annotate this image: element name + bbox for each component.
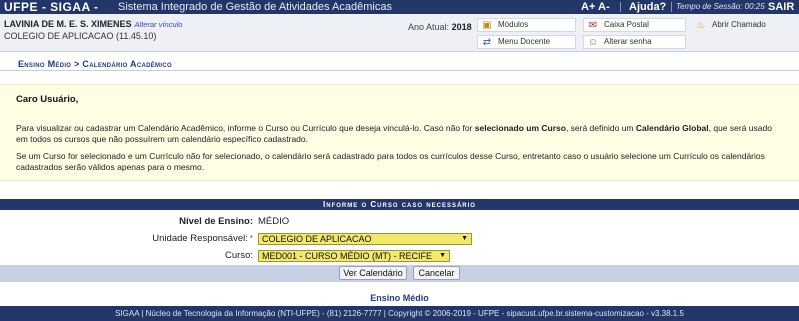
unit-select[interactable]: COLEGIO DE APLICACAO ▼ [258,233,472,245]
teacher-menu-button[interactable]: ⇄ Menu Docente [477,35,576,49]
help-link[interactable]: Ajuda? [629,0,666,14]
mailbox-icon: ✉ [588,20,598,31]
chevron-down-icon: ▼ [439,252,446,259]
mailbox-button[interactable]: ✉ Caixa Postal [583,18,686,32]
info-message-box: Caro Usuário, Para visualizar ou cadastr… [0,84,799,181]
divider [620,2,621,12]
open-ticket-button[interactable]: ♨ Abrir Chamado [691,18,791,32]
form-button-bar: Ver Calendário Cancelar [0,265,799,282]
system-acronym: UFPE - SIGAA - [4,0,99,14]
unit-label: Unidade Responsável: [152,233,248,244]
year-label: Ano Atual: [408,22,450,32]
divider [0,70,799,71]
course-select-value: MED001 - CURSO MÉDIO (MT) - RECIFE [262,251,433,261]
system-name: Sistema Integrado de Gestão de Atividade… [118,1,392,13]
bell-icon: ♨ [696,20,706,31]
teacher-menu-label: Menu Docente [498,37,551,46]
user-name: LAVINIA DE M. E. S. XIMENES [4,19,132,29]
level-value: MÉDIO [258,216,290,227]
unit-label-group: Unidade Responsável: * [152,233,253,244]
cancel-button[interactable]: Cancelar [413,266,460,280]
user-info-band: LAVINIA DE M. E. S. XIMENES Alterar víncu… [0,14,799,52]
change-password-button[interactable]: ☺ Alterar senha [583,35,686,49]
education-level-link[interactable]: Ensino Médio [0,293,799,303]
modules-label: Módulos [498,20,529,29]
unit-select-value: COLEGIO DE APLICACAO [262,234,372,244]
current-year: Ano Atual: 2018 [408,22,472,32]
divider [671,2,672,12]
course-select[interactable]: MED001 - CURSO MÉDIO (MT) - RECIFE ▼ [258,250,450,262]
message-text: Para visualizar ou cadastrar um Calendár… [16,123,475,133]
logout-link[interactable]: SAIR [768,0,794,14]
chevron-down-icon: ▼ [461,235,468,242]
message-emphasis: Calendário Global [635,123,709,133]
user-org: COLEGIO DE APLICACAO (11.45.10) [4,31,157,41]
breadcrumb: Ensino Médio > Calendário Acadêmico [18,59,172,69]
modules-button[interactable]: ▣ Módulos [477,18,576,32]
user-key-icon: ☺ [587,37,599,48]
message-paragraph-2: Se um Curso for selecionado e um Currícu… [16,151,765,172]
course-label: Curso: [225,250,253,261]
cube-icon: ▣ [482,20,492,31]
open-ticket-label: Abrir Chamado [712,20,766,29]
level-label: Nível de Ensino: [179,216,253,227]
change-link[interactable]: Alterar vínculo [135,20,183,29]
message-greeting: Caro Usuário, [16,94,79,105]
mailbox-label: Caixa Postal [604,20,649,29]
year-value: 2018 [451,22,472,32]
session-timer: Tempo de Sessão: 00:25 [676,2,765,11]
message-text: , será definido um [565,123,636,133]
required-icon: * [249,234,253,243]
form-header: Informe o Curso caso necessário [0,199,799,210]
font-size-controls[interactable]: A+ A- [581,0,610,14]
message-paragraph-1: Para visualizar ou cadastrar um Calendár… [16,123,786,145]
arrows-icon: ⇄ [482,37,492,48]
footer: SIGAA | Núcleo de Tecnologia da Informaç… [0,306,799,321]
message-emphasis: selecionado um Curso [474,123,566,133]
view-calendar-button[interactable]: Ver Calendário [339,266,407,280]
change-password-label: Alterar senha [604,37,652,46]
user-name-row: LAVINIA DE M. E. S. XIMENES Alterar víncu… [4,19,182,29]
top-bar: UFPE - SIGAA - Sistema Integrado de Gest… [0,0,799,14]
